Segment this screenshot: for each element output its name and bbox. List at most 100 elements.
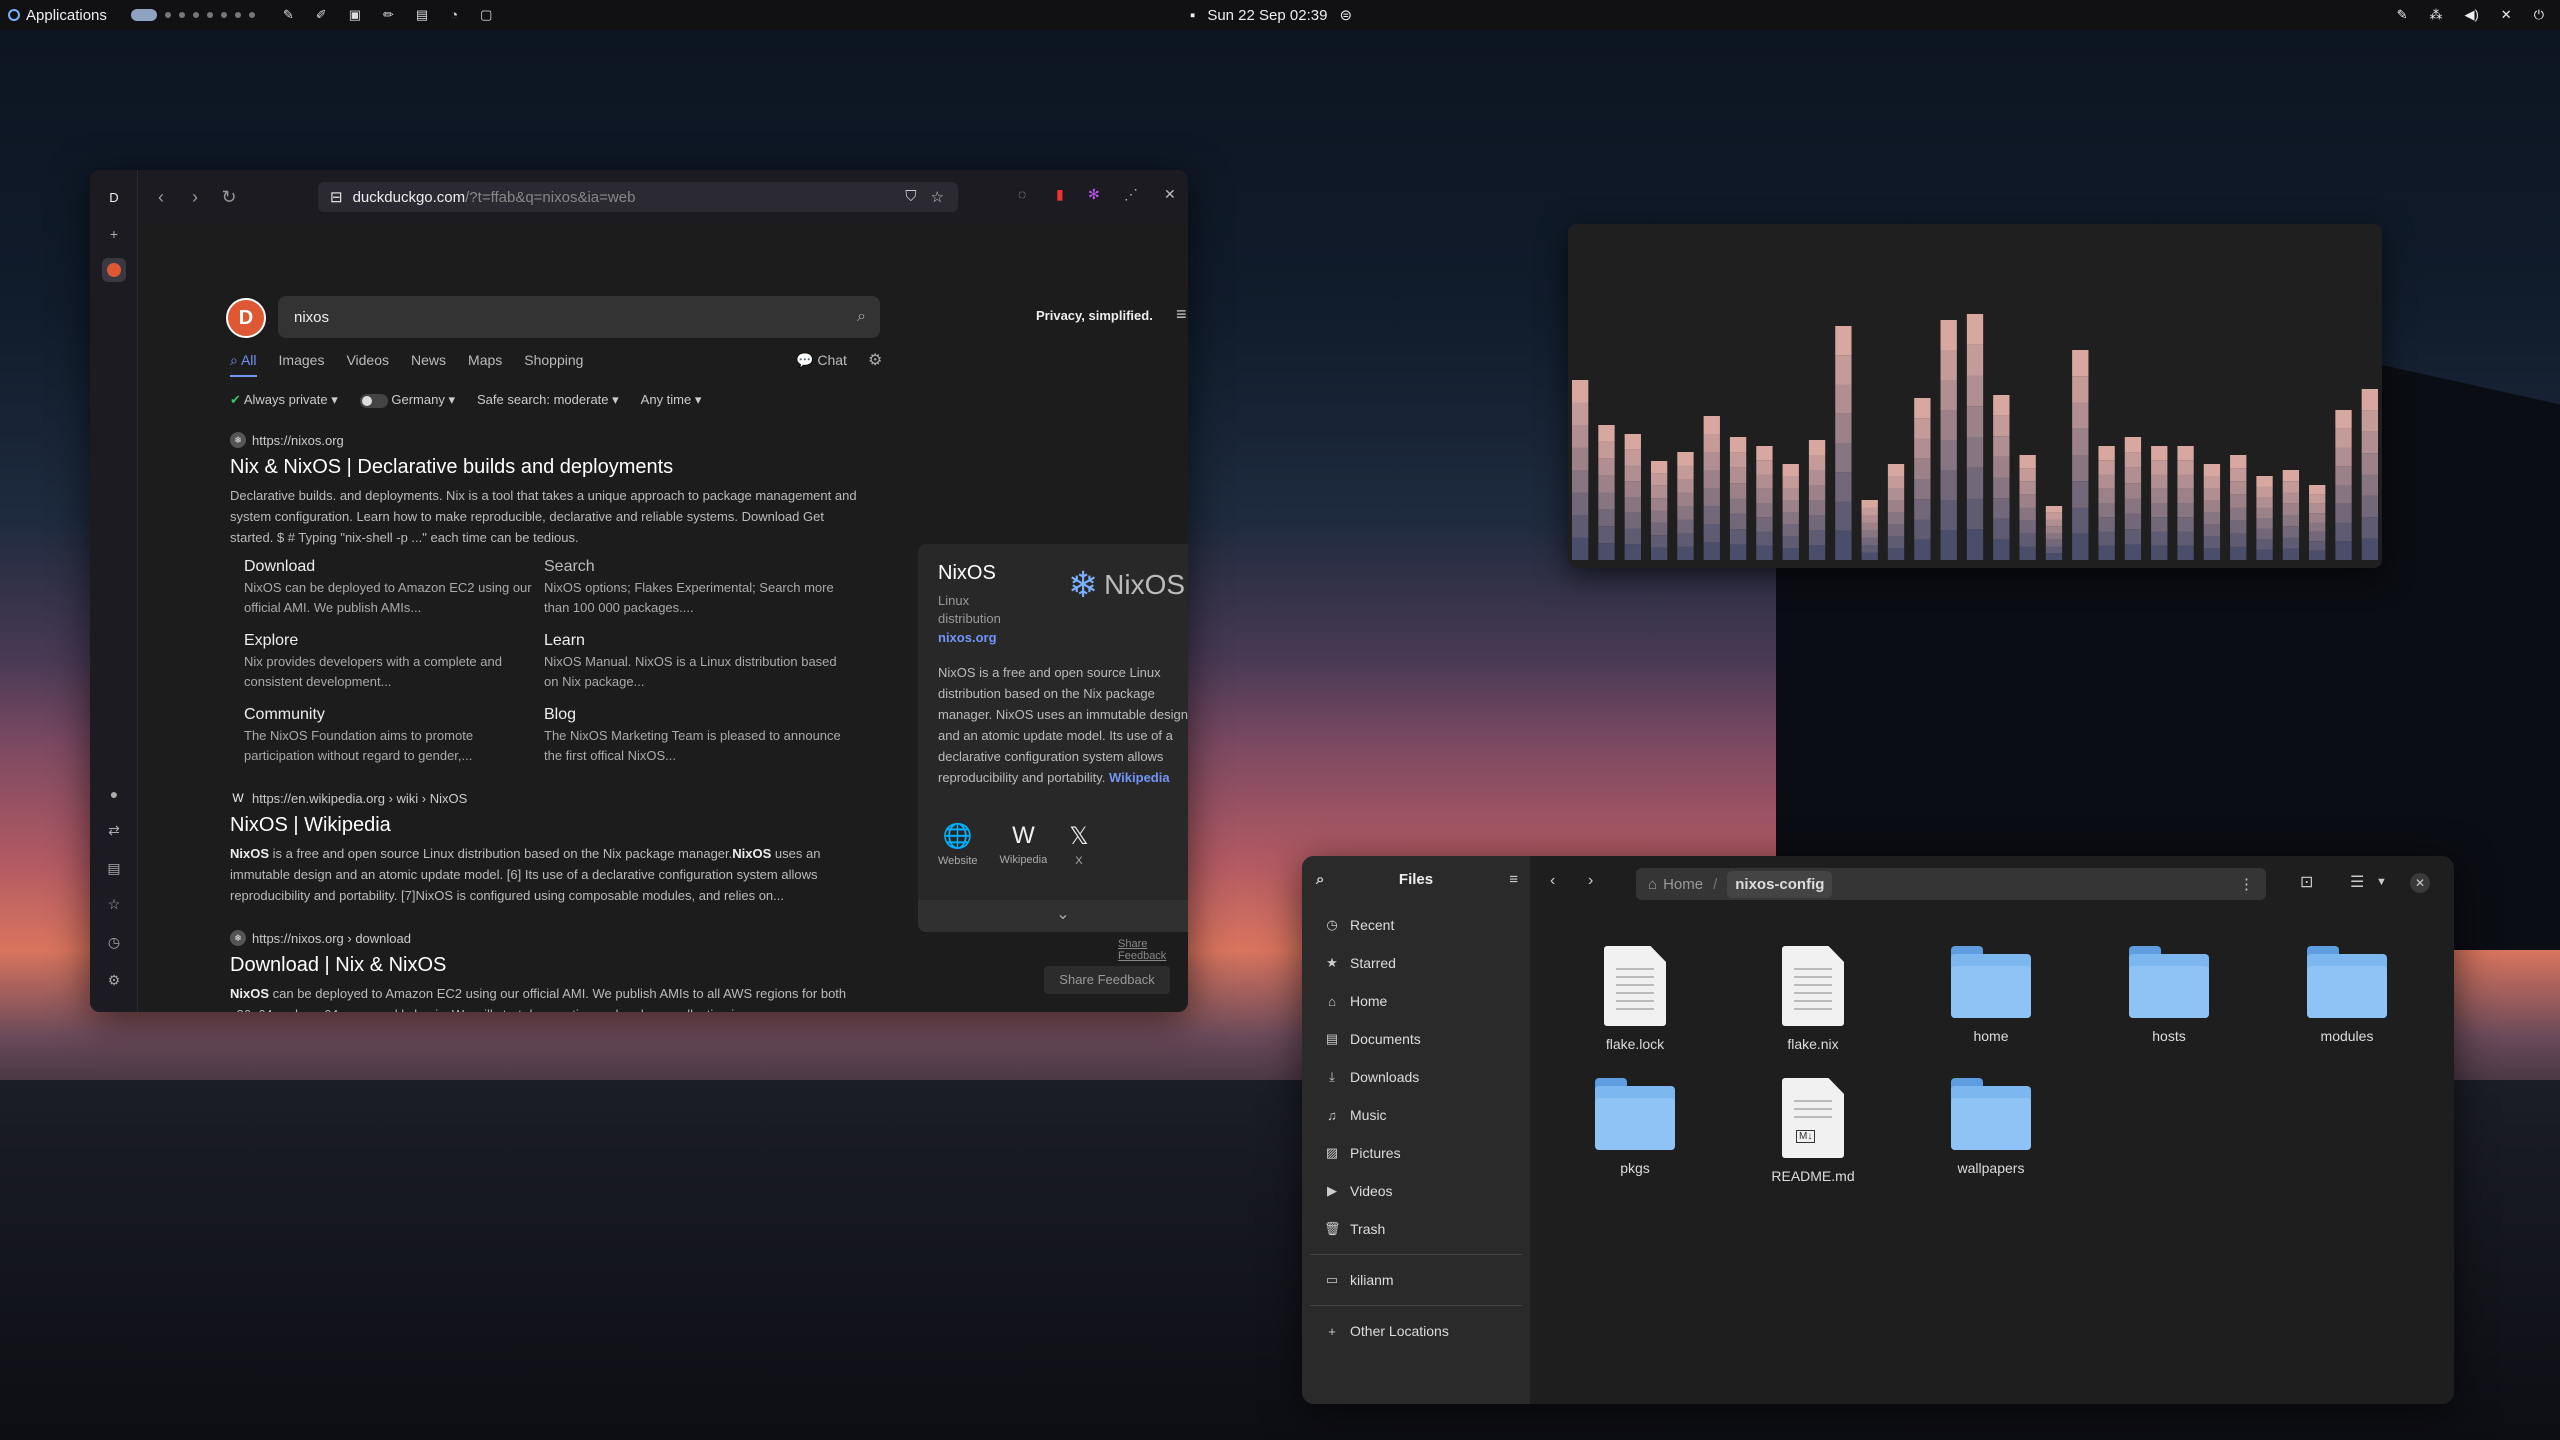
extension-icon[interactable]: ◌ — [1018, 186, 1026, 202]
applications-menu[interactable]: Applications — [0, 7, 107, 24]
pen-icon[interactable]: ✎ — [283, 7, 294, 23]
sitelink[interactable]: Search NixOS options; Flakes Experimental… — [544, 558, 844, 618]
bookmark-star-icon[interactable]: ☆ — [931, 188, 944, 206]
sitelink[interactable]: Learn NixOS Manual. NixOS is a Linux dist… — [544, 632, 844, 692]
sidebar-item-documents[interactable]: ▤ Documents — [1310, 1020, 1522, 1058]
tab-news[interactable]: News — [411, 352, 446, 377]
kp-x-link[interactable]: 𝕏X — [1069, 822, 1088, 867]
tab-videos[interactable]: Videos — [346, 352, 389, 377]
network-icon[interactable]: ⁂ — [2429, 7, 2442, 23]
hamburger-menu-icon[interactable]: ≡ — [1509, 871, 1518, 888]
pen-icon[interactable]: ✎ — [2397, 7, 2408, 23]
sidebar-item-home[interactable]: ⌂ Home — [1310, 982, 1522, 1020]
kp-wikipedia-link[interactable]: Wikipedia — [1109, 770, 1170, 785]
workspace-indicator[interactable] — [130, 9, 255, 21]
folder-item[interactable]: home — [1902, 946, 2080, 1052]
new-folder-icon[interactable]: ⊡ — [2300, 872, 2313, 892]
region-filter[interactable]: Germany ▾ — [359, 392, 455, 408]
path-menu-icon[interactable]: ⋮ — [2239, 875, 2254, 893]
microphone-muted-icon[interactable]: ✕ — [2501, 7, 2512, 23]
view-options-chevron-icon[interactable]: ▼ — [2376, 876, 2387, 888]
sitelink[interactable]: Download NixOS can be deployed to Amazon … — [244, 558, 544, 618]
clipboard-icon[interactable]: ▢ — [480, 7, 492, 23]
new-tab-icon[interactable]: + — [102, 222, 126, 246]
safe-search-filter[interactable]: Safe search: moderate ▾ — [477, 392, 619, 408]
system-tray[interactable]: ✎ ⁂ ◀) ✕ ⏻ — [2397, 0, 2544, 30]
chat-button[interactable]: 💬 Chat — [796, 352, 847, 369]
tab-maps[interactable]: Maps — [468, 352, 502, 377]
sidebar-panel-icon[interactable]: ▤ — [102, 856, 126, 880]
always-private-filter[interactable]: ✔ Always private ▾ — [230, 392, 338, 408]
list-view-icon[interactable]: ☰ — [2350, 872, 2364, 892]
sidebar-item-other-locations[interactable]: + Other Locations — [1310, 1312, 1522, 1350]
extension-purple-icon[interactable]: ✻ — [1088, 186, 1100, 203]
tab-shopping[interactable]: Shopping — [524, 352, 583, 377]
close-icon[interactable]: ✕ — [2410, 873, 2430, 893]
back-icon[interactable]: ‹ — [1550, 872, 1555, 890]
result-url[interactable]: https://nixos.org — [252, 433, 344, 448]
reload-icon[interactable]: ↻ — [212, 187, 246, 208]
duckduckgo-tab-icon[interactable] — [102, 258, 126, 282]
volume-icon[interactable]: ◀) — [2464, 7, 2478, 23]
hamburger-menu-icon[interactable]: ≡ — [1176, 304, 1187, 325]
kp-expand-chevron-icon[interactable]: ⌄ — [918, 900, 1188, 932]
calculator-icon[interactable]: ▤ — [416, 7, 428, 23]
sidebar-item-starred[interactable]: ★ Starred — [1310, 944, 1522, 982]
folder-item[interactable]: wallpapers — [1902, 1078, 2080, 1184]
sidebar-item-pictures[interactable]: ▨ Pictures — [1310, 1134, 1522, 1172]
workspace-dot[interactable] — [164, 12, 171, 18]
share-feedback-button[interactable]: Share Feedback — [1044, 966, 1170, 994]
pencil-icon[interactable]: ✐ — [316, 7, 327, 23]
result-title[interactable]: Download | Nix & NixOS — [230, 954, 870, 977]
bookmarks-icon[interactable]: ☆ — [102, 892, 126, 916]
workspace-dot[interactable] — [220, 12, 227, 18]
kp-wikipedia-button[interactable]: W Wikipedia — [1000, 822, 1048, 867]
search-input[interactable]: nixos ⌕ — [278, 296, 880, 338]
file-item[interactable]: M↓ README.md — [1724, 1078, 1902, 1184]
media-icon[interactable]: ◔ — [450, 7, 458, 23]
kp-site-link[interactable]: nixos.org — [938, 630, 997, 645]
path-home[interactable]: ⌂ Home — [1648, 876, 1703, 893]
time-filter[interactable]: Any time ▾ — [641, 392, 702, 408]
workspace-dot[interactable] — [192, 12, 199, 18]
workspace-dot[interactable] — [178, 12, 185, 18]
forward-icon[interactable]: › — [178, 187, 212, 208]
sync-icon[interactable]: ⇄ — [102, 818, 126, 842]
file-item[interactable]: flake.nix — [1724, 946, 1902, 1052]
settings-gear-icon[interactable]: ⚙ — [868, 350, 882, 370]
share-feedback-link[interactable]: Share Feedback — [1118, 938, 1188, 962]
tab-all[interactable]: ⌕ All — [230, 352, 257, 377]
result-url[interactable]: https://nixos.org › download — [252, 931, 411, 946]
kp-website-link[interactable]: 🌐 Website — [938, 822, 978, 867]
address-bar[interactable]: ⊟ duckduckgo.com/?t=ffab&q=nixos&ia=web … — [318, 182, 958, 212]
result-url[interactable]: https://en.wikipedia.org › wiki › NixOS — [252, 791, 467, 806]
sidebar-item-bookmark[interactable]: ▭ kilianm — [1310, 1261, 1522, 1299]
sidebar-item-music[interactable]: ♫ Music — [1310, 1096, 1522, 1134]
region-toggle[interactable] — [359, 393, 388, 408]
path-bar[interactable]: ⌂ Home / nixos-config ⋮ — [1636, 868, 2266, 900]
path-current[interactable]: nixos-config — [1727, 870, 1833, 898]
clock[interactable]: ▪ Sun 22 Sep 02:39 ⊜ — [1190, 0, 1352, 30]
sidebar-item-downloads[interactable]: ⤓ Downloads — [1310, 1058, 1522, 1096]
sidebar-item-recent[interactable]: ◷ Recent — [1310, 906, 1522, 944]
file-item[interactable]: flake.lock — [1546, 946, 1724, 1052]
workspace-active[interactable] — [130, 9, 157, 21]
site-info-icon[interactable]: ⊟ — [330, 188, 343, 206]
search-icon[interactable]: ⌕ — [857, 308, 866, 326]
workspace-dot[interactable] — [234, 12, 241, 18]
forward-icon[interactable]: › — [1588, 872, 1593, 890]
sitelink[interactable]: Explore Nix provides developers with a co… — [244, 632, 544, 692]
search-icon[interactable]: ⌕ — [1316, 871, 1324, 888]
sidebar-item-videos[interactable]: ▶ Videos — [1310, 1172, 1522, 1210]
folder-item[interactable]: pkgs — [1546, 1078, 1724, 1184]
power-icon[interactable]: ⏻ — [2534, 7, 2544, 23]
settings-icon[interactable]: ⚙ — [102, 968, 126, 992]
history-icon[interactable]: ◷ — [102, 930, 126, 954]
result-title[interactable]: NixOS | Wikipedia — [230, 814, 870, 837]
result-title[interactable]: Nix & NixOS | Declarative builds and dep… — [230, 456, 870, 479]
terminal-icon[interactable]: ▣ — [349, 7, 361, 23]
workspace-dot[interactable] — [206, 12, 213, 18]
sitelink[interactable]: Community The NixOS Foundation aims to pr… — [244, 706, 544, 766]
workspace-dot[interactable] — [248, 12, 255, 18]
sitelink[interactable]: Blog The NixOS Marketing Team is pleased … — [544, 706, 844, 766]
